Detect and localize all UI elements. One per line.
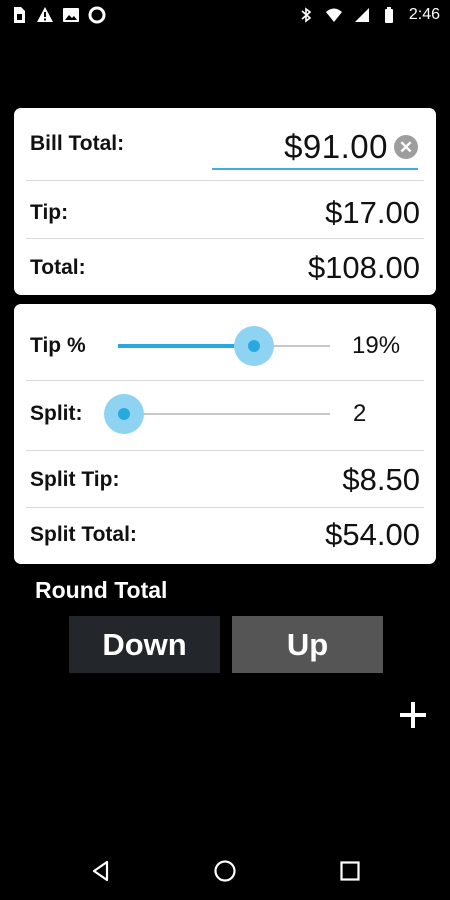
divider: [26, 450, 424, 451]
wifi-icon: [325, 8, 342, 22]
divider: [26, 238, 424, 239]
battery-icon: [384, 7, 393, 23]
clear-icon[interactable]: ✕: [394, 135, 418, 159]
bluetooth-icon: [301, 7, 312, 23]
tip-label: Tip:: [30, 201, 69, 224]
tip-calculator-screen: 2:46 Bill Total: $91.00 ✕ Tip: $17.00 To…: [0, 0, 450, 900]
split-card: Tip % 19% Split: 2 Split Tip: $8.50 Spli…: [14, 304, 436, 564]
bill-total-input[interactable]: $91.00 ✕: [212, 126, 418, 170]
split-total-value: $54.00: [325, 517, 420, 552]
divider: [26, 507, 424, 508]
split-total-label: Split Total:: [30, 523, 137, 546]
sim-card-icon: [14, 7, 25, 23]
split-tip-row: Split Tip: $8.50: [14, 455, 436, 505]
status-clock: 2:46: [408, 6, 440, 23]
split-value: 2: [353, 400, 367, 427]
navigation-bar: [0, 840, 450, 900]
warning-icon: [37, 7, 53, 22]
signal-icon: [354, 8, 369, 22]
home-icon[interactable]: [213, 859, 237, 883]
tip-row: Tip: $17.00: [14, 188, 436, 238]
split-total-row: Split Total: $54.00: [14, 510, 436, 560]
add-icon[interactable]: [396, 698, 430, 732]
divider: [26, 380, 424, 381]
status-bar: 2:46: [0, 0, 450, 34]
split-label: Split:: [30, 402, 83, 425]
round-down-button[interactable]: Down: [69, 616, 220, 673]
tip-percent-label: Tip %: [30, 334, 86, 357]
slider-track: [118, 413, 330, 415]
circle-notification-icon: [88, 6, 106, 24]
image-icon: [63, 8, 79, 22]
tip-value: $17.00: [325, 195, 420, 230]
tip-percent-value: 19%: [352, 332, 401, 359]
status-system: 2:46: [297, 6, 440, 24]
bill-total-label: Bill Total:: [30, 132, 125, 155]
status-notifications: [10, 6, 106, 24]
split-slider[interactable]: [104, 394, 330, 434]
total-label: Total:: [30, 256, 86, 279]
split-tip-label: Split Tip:: [30, 468, 120, 491]
bill-total-value[interactable]: $91.00: [284, 128, 388, 166]
recents-icon[interactable]: [338, 859, 362, 883]
back-icon[interactable]: [89, 859, 113, 883]
total-value: $108.00: [307, 250, 420, 285]
slider-thumb[interactable]: [248, 340, 260, 352]
total-row: Total: $108.00: [14, 243, 436, 293]
bill-summary-card: Bill Total: $91.00 ✕ Tip: $17.00 Total: …: [14, 108, 436, 295]
round-up-button[interactable]: Up: [232, 616, 383, 673]
tip-percent-slider[interactable]: [118, 326, 330, 366]
slider-thumb[interactable]: [118, 408, 130, 420]
divider: [26, 180, 424, 181]
round-total-title: Round Total: [35, 577, 168, 603]
split-tip-value: $8.50: [342, 462, 420, 497]
